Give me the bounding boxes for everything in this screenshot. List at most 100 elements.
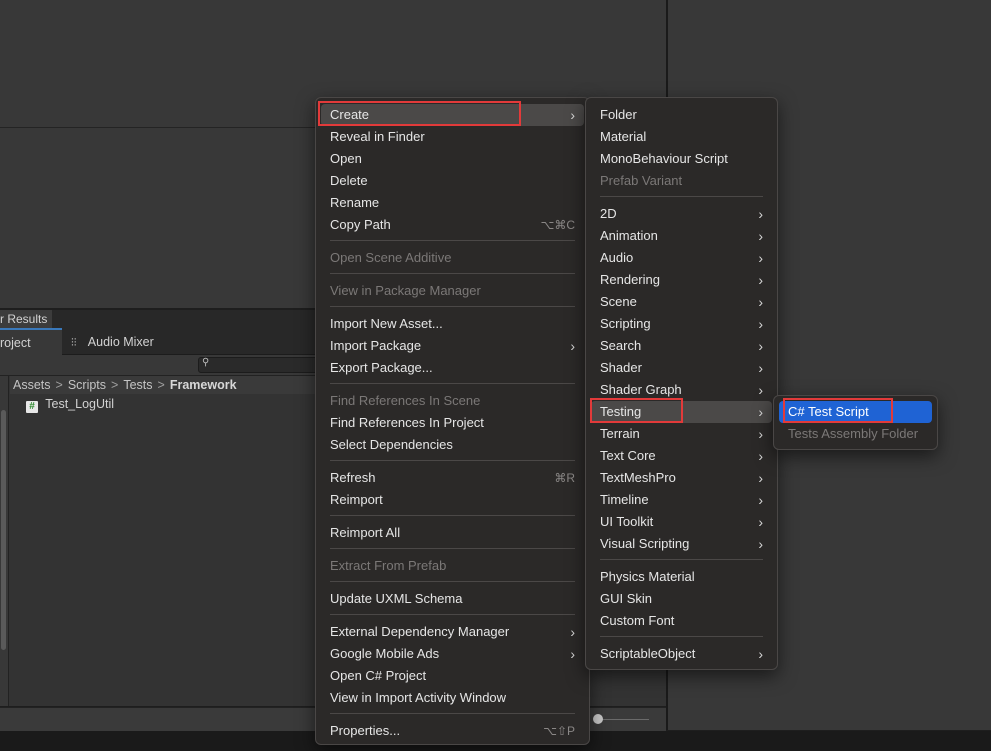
create-item-ui-toolkit[interactable]: UI Toolkit ›: [591, 511, 772, 533]
chevron-right-icon: ›: [570, 338, 575, 354]
chevron-right-icon: ›: [758, 294, 763, 310]
create-item-rendering[interactable]: Rendering ›: [591, 269, 772, 291]
chevron-right-icon: ›: [758, 404, 763, 420]
menu-item-delete[interactable]: Delete: [321, 170, 584, 192]
chevron-right-icon: ›: [758, 382, 763, 398]
create-item-folder[interactable]: Folder: [591, 104, 772, 126]
menu-item-open-csharp-project[interactable]: Open C# Project: [321, 665, 584, 687]
menu-item-create[interactable]: Create ›: [321, 104, 584, 126]
menu-separator: [330, 460, 575, 461]
chevron-right-icon: ›: [758, 514, 763, 530]
menu-item-import-new-asset[interactable]: Import New Asset...: [321, 313, 584, 335]
chevron-right-icon: ›: [758, 228, 763, 244]
create-item-textmeshpro[interactable]: TextMeshPro ›: [591, 467, 772, 489]
menu-item-properties[interactable]: Properties... ⌥⇧P: [321, 720, 584, 742]
menu-separator: [330, 548, 575, 549]
menu-item-google-mobile-ads[interactable]: Google Mobile Ads ›: [321, 643, 584, 665]
create-item-animation[interactable]: Animation ›: [591, 225, 772, 247]
menu-item-copy-path[interactable]: Copy Path ⌥⌘C: [321, 214, 584, 236]
menu-separator: [330, 581, 575, 582]
create-submenu: Folder Material MonoBehaviour Script Pre…: [585, 97, 778, 670]
menu-separator: [330, 713, 575, 714]
create-item-shader[interactable]: Shader ›: [591, 357, 772, 379]
chevron-right-icon: ›: [758, 272, 763, 288]
chevron-right-icon: ›: [758, 426, 763, 442]
list-item[interactable]: # Test_LogUtil: [26, 396, 114, 413]
menu-separator: [330, 273, 575, 274]
chevron-right-icon: ›: [758, 316, 763, 332]
menu-item-external-dependency-manager[interactable]: External Dependency Manager ›: [321, 621, 584, 643]
chevron-right-icon: ›: [758, 338, 763, 354]
chevron-right-icon: ›: [758, 492, 763, 508]
menu-item-reveal-in-finder[interactable]: Reveal in Finder: [321, 126, 584, 148]
create-item-material[interactable]: Material: [591, 126, 772, 148]
breadcrumb-tests[interactable]: Tests: [123, 378, 152, 392]
chevron-right-icon: ›: [758, 448, 763, 464]
menu-item-rename[interactable]: Rename: [321, 192, 584, 214]
create-item-custom-font[interactable]: Custom Font: [591, 610, 772, 632]
create-item-physics-material[interactable]: Physics Material: [591, 566, 772, 588]
icon-size-slider-knob[interactable]: [593, 714, 603, 724]
chevron-right-icon: ›: [570, 646, 575, 662]
menu-separator: [600, 196, 763, 197]
tab-audio-mixer-label: Audio Mixer: [87, 335, 154, 349]
create-item-shader-graph[interactable]: Shader Graph ›: [591, 379, 772, 401]
menu-separator: [600, 559, 763, 560]
tab-project[interactable]: roject: [0, 328, 62, 356]
menu-separator: [330, 306, 575, 307]
chevron-right-icon: ›: [758, 536, 763, 552]
create-item-audio[interactable]: Audio ›: [591, 247, 772, 269]
breadcrumb-framework[interactable]: Framework: [170, 378, 237, 392]
create-item-scripting[interactable]: Scripting ›: [591, 313, 772, 335]
menu-item-refresh[interactable]: Refresh ⌘R: [321, 467, 584, 489]
create-item-scene[interactable]: Scene ›: [591, 291, 772, 313]
menu-item-view-in-import-activity-window[interactable]: View in Import Activity Window: [321, 687, 584, 709]
create-item-monobehaviour-script[interactable]: MonoBehaviour Script: [591, 148, 772, 170]
tab-results[interactable]: r Results: [0, 310, 53, 329]
menu-item-open-scene-additive: Open Scene Additive: [330, 250, 452, 265]
breadcrumb-scripts[interactable]: Scripts: [68, 378, 106, 392]
menu-item-import-package[interactable]: Import Package ›: [321, 335, 584, 357]
create-item-terrain[interactable]: Terrain ›: [591, 423, 772, 445]
testing-item-csharp-test-script[interactable]: C# Test Script: [779, 401, 932, 423]
shortcut-refresh: ⌘R: [554, 471, 575, 485]
breadcrumb-separator: >: [55, 378, 63, 392]
create-item-visual-scripting[interactable]: Visual Scripting ›: [591, 533, 772, 555]
breadcrumb-assets[interactable]: Assets: [13, 378, 51, 392]
folder-tree-scrollbar[interactable]: [1, 410, 6, 650]
tab-audio-mixer[interactable]: ⫶⫶ Audio Mixer: [64, 330, 154, 354]
testing-item-tests-assembly-folder: Tests Assembly Folder: [788, 426, 919, 441]
menu-item-reimport-all[interactable]: Reimport All: [321, 522, 584, 544]
create-item-testing[interactable]: Testing ›: [591, 401, 772, 423]
create-item-text-core[interactable]: Text Core ›: [591, 445, 772, 467]
menu-item-open[interactable]: Open: [321, 148, 584, 170]
create-item-timeline[interactable]: Timeline ›: [591, 489, 772, 511]
menu-item-find-references-in-project[interactable]: Find References In Project: [321, 412, 584, 434]
audio-mixer-icon: ⫶⫶: [71, 337, 77, 349]
icon-size-slider-track[interactable]: [597, 719, 649, 720]
menu-item-export-package[interactable]: Export Package...: [321, 357, 584, 379]
create-item-2d[interactable]: 2D ›: [591, 203, 772, 225]
menu-item-select-dependencies[interactable]: Select Dependencies: [321, 434, 584, 456]
menu-item-update-uxml-schema[interactable]: Update UXML Schema: [321, 588, 584, 610]
chevron-right-icon: ›: [758, 646, 763, 662]
create-item-gui-skin[interactable]: GUI Skin: [591, 588, 772, 610]
chevron-right-icon: ›: [758, 206, 763, 222]
testing-submenu: C# Test Script Tests Assembly Folder: [773, 395, 938, 450]
menu-separator: [330, 240, 575, 241]
create-item-search[interactable]: Search ›: [591, 335, 772, 357]
menu-separator: [330, 515, 575, 516]
chevron-right-icon: ›: [758, 250, 763, 266]
chevron-right-icon: ›: [570, 624, 575, 640]
menu-item-extract-from-prefab: Extract From Prefab: [330, 558, 447, 573]
context-menu: Create › Reveal in Finder Open Delete Ren…: [315, 97, 590, 745]
menu-separator: [330, 614, 575, 615]
menu-item-reimport[interactable]: Reimport: [321, 489, 584, 511]
breadcrumb-separator: >: [111, 378, 119, 392]
search-icon: ⚲: [202, 357, 210, 368]
create-item-scriptableobject[interactable]: ScriptableObject ›: [591, 643, 772, 665]
csharp-script-icon: #: [26, 401, 38, 413]
create-item-prefab-variant: Prefab Variant: [600, 173, 683, 188]
chevron-right-icon: ›: [758, 470, 763, 486]
shortcut-properties: ⌥⇧P: [543, 724, 575, 738]
